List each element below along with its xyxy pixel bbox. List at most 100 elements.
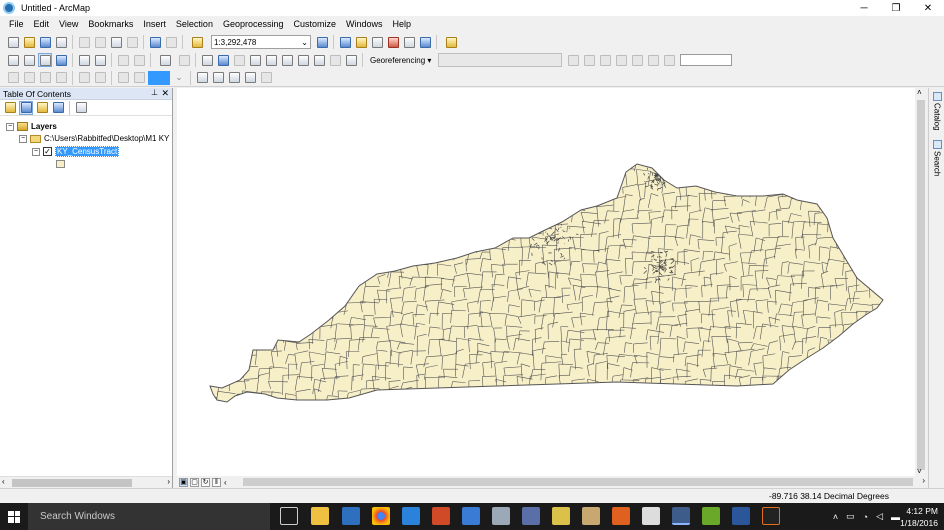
map-view[interactable] <box>177 88 915 476</box>
collapse-icon[interactable]: − <box>6 122 14 131</box>
measure-button[interactable] <box>264 53 278 67</box>
wifi-icon[interactable]: ◔ <box>863 512 868 522</box>
modelbuilder-button[interactable] <box>418 35 432 49</box>
app-k-icon[interactable] <box>762 507 780 525</box>
connections-button[interactable] <box>441 35 461 49</box>
rotation-angle-input[interactable] <box>680 54 733 66</box>
data-view-button[interactable]: ▣ <box>179 477 188 487</box>
toc-layers-row[interactable]: − Layers <box>6 122 57 131</box>
disabled-tool-button[interactable] <box>6 71 20 85</box>
find-button[interactable] <box>280 53 294 67</box>
scroll-right-icon[interactable]: › <box>922 476 925 485</box>
print-button[interactable] <box>54 35 68 49</box>
scroll-right-icon[interactable]: › <box>167 477 170 486</box>
viewer-button[interactable] <box>646 53 660 67</box>
arcgis-icon[interactable] <box>522 507 540 525</box>
arctoolbox-button[interactable] <box>386 35 400 49</box>
toc-folder-row[interactable]: − C:\Users\Rabbitfed\Desktop\M1 KY <box>19 134 169 143</box>
disabled-tool-button[interactable] <box>38 71 52 85</box>
layer-name[interactable]: KY_CensusTract <box>55 146 120 157</box>
firefox-icon[interactable] <box>612 507 630 525</box>
zoom-percent-box[interactable] <box>148 70 170 85</box>
chevron-up-icon[interactable]: ˄ <box>833 512 838 522</box>
disabled-tool-button[interactable] <box>132 71 146 85</box>
layer-symbol-swatch[interactable] <box>56 160 65 168</box>
minimize-button[interactable]: ─ <box>848 0 880 16</box>
catalog-button[interactable] <box>354 35 368 49</box>
list-by-visibility-button[interactable] <box>35 101 49 115</box>
chrome-icon[interactable] <box>372 507 390 525</box>
documents-icon[interactable] <box>342 507 360 525</box>
layout-tool-button[interactable] <box>195 71 209 85</box>
menu-geoprocessing[interactable]: Geoprocessing <box>218 16 289 33</box>
taskbar-search[interactable]: Search Windows <box>28 503 270 530</box>
delete-button[interactable] <box>125 35 139 49</box>
menu-insert[interactable]: Insert <box>138 16 171 33</box>
toc-horizontal-scrollbar[interactable]: ‹ › <box>0 476 172 488</box>
map-horizontal-scroll-thumb[interactable] <box>243 478 913 486</box>
georeferencing-menu[interactable]: Georeferencing ▾ <box>370 56 431 65</box>
save-button[interactable] <box>38 35 52 49</box>
scroll-thumb[interactable] <box>917 100 925 470</box>
disabled-tool-button[interactable] <box>93 71 107 85</box>
menu-selection[interactable]: Selection <box>171 16 218 33</box>
copy-button[interactable] <box>93 35 107 49</box>
start-button[interactable] <box>0 503 28 530</box>
layout-tool-button[interactable] <box>227 71 241 85</box>
menu-file[interactable]: File <box>4 16 29 33</box>
layout-view-button[interactable]: ▢ <box>190 477 199 487</box>
identify-button[interactable] <box>216 53 230 67</box>
scroll-thumb[interactable] <box>12 479 132 487</box>
select-elements-button[interactable] <box>200 53 214 67</box>
taskbar-clock[interactable]: 4:12 PM 1/18/2016 <box>898 505 938 529</box>
editor-toolbar-button[interactable] <box>315 35 329 49</box>
file-explorer-icon[interactable] <box>311 507 329 525</box>
disabled-tool-button[interactable] <box>116 71 130 85</box>
volume-icon[interactable]: ◁ <box>876 511 883 522</box>
mail-icon[interactable] <box>402 507 420 525</box>
zoom-percent-dropdown[interactable]: ⌄ <box>172 71 186 85</box>
search-window-button[interactable] <box>370 35 384 49</box>
view-link-table-button[interactable] <box>630 53 644 67</box>
toc-options-button[interactable] <box>74 101 88 115</box>
zoom-in-button[interactable] <box>6 53 20 67</box>
pause-drawing-button[interactable]: ‖ <box>212 477 221 487</box>
find-route-button[interactable] <box>296 53 310 67</box>
list-by-source-button[interactable] <box>19 100 33 115</box>
network-tray-icon[interactable]: ▭ <box>846 511 855 522</box>
time-slider-button[interactable] <box>328 53 342 67</box>
map-vertical-scrollbar[interactable]: ˄ ˅ <box>915 88 927 476</box>
toc-close-icon[interactable]: ✕ <box>161 88 169 99</box>
shift-button[interactable] <box>582 53 596 67</box>
open-button[interactable] <box>22 35 36 49</box>
cut-button[interactable] <box>77 35 91 49</box>
menu-windows[interactable]: Windows <box>341 16 388 33</box>
zoom-out-button[interactable] <box>22 53 36 67</box>
undo-button[interactable] <box>148 35 162 49</box>
scroll-down-icon[interactable]: ˅ <box>917 467 922 476</box>
books-icon[interactable] <box>582 507 600 525</box>
paste-button[interactable] <box>109 35 123 49</box>
clear-selection-button[interactable] <box>177 53 191 67</box>
list-by-selection-button[interactable] <box>51 101 65 115</box>
refresh-button[interactable]: ↻ <box>201 477 210 487</box>
collapse-icon[interactable]: − <box>32 147 40 156</box>
viewer-window-button[interactable] <box>344 53 358 67</box>
disabled-tool-button[interactable] <box>54 71 68 85</box>
menu-edit[interactable]: Edit <box>29 16 55 33</box>
select-features-button[interactable] <box>155 53 175 67</box>
python-button[interactable] <box>402 35 416 49</box>
fixed-zoom-out-button[interactable] <box>93 53 107 67</box>
scroll-left-icon[interactable]: ‹ <box>2 477 5 486</box>
fixed-zoom-in-button[interactable] <box>77 53 91 67</box>
disabled-tool-button[interactable] <box>22 71 36 85</box>
menu-view[interactable]: View <box>54 16 83 33</box>
add-data-button[interactable] <box>187 35 207 49</box>
search-tab[interactable]: Search <box>931 140 943 176</box>
menu-bookmarks[interactable]: Bookmarks <box>83 16 138 33</box>
scroll-left-icon[interactable]: ‹ <box>224 478 227 487</box>
georeferencing-layer-combobox[interactable] <box>438 53 563 67</box>
layer-visibility-checkbox[interactable]: ✓ <box>43 147 52 156</box>
qgis-icon[interactable] <box>702 507 720 525</box>
go-to-xy-button[interactable] <box>312 53 326 67</box>
